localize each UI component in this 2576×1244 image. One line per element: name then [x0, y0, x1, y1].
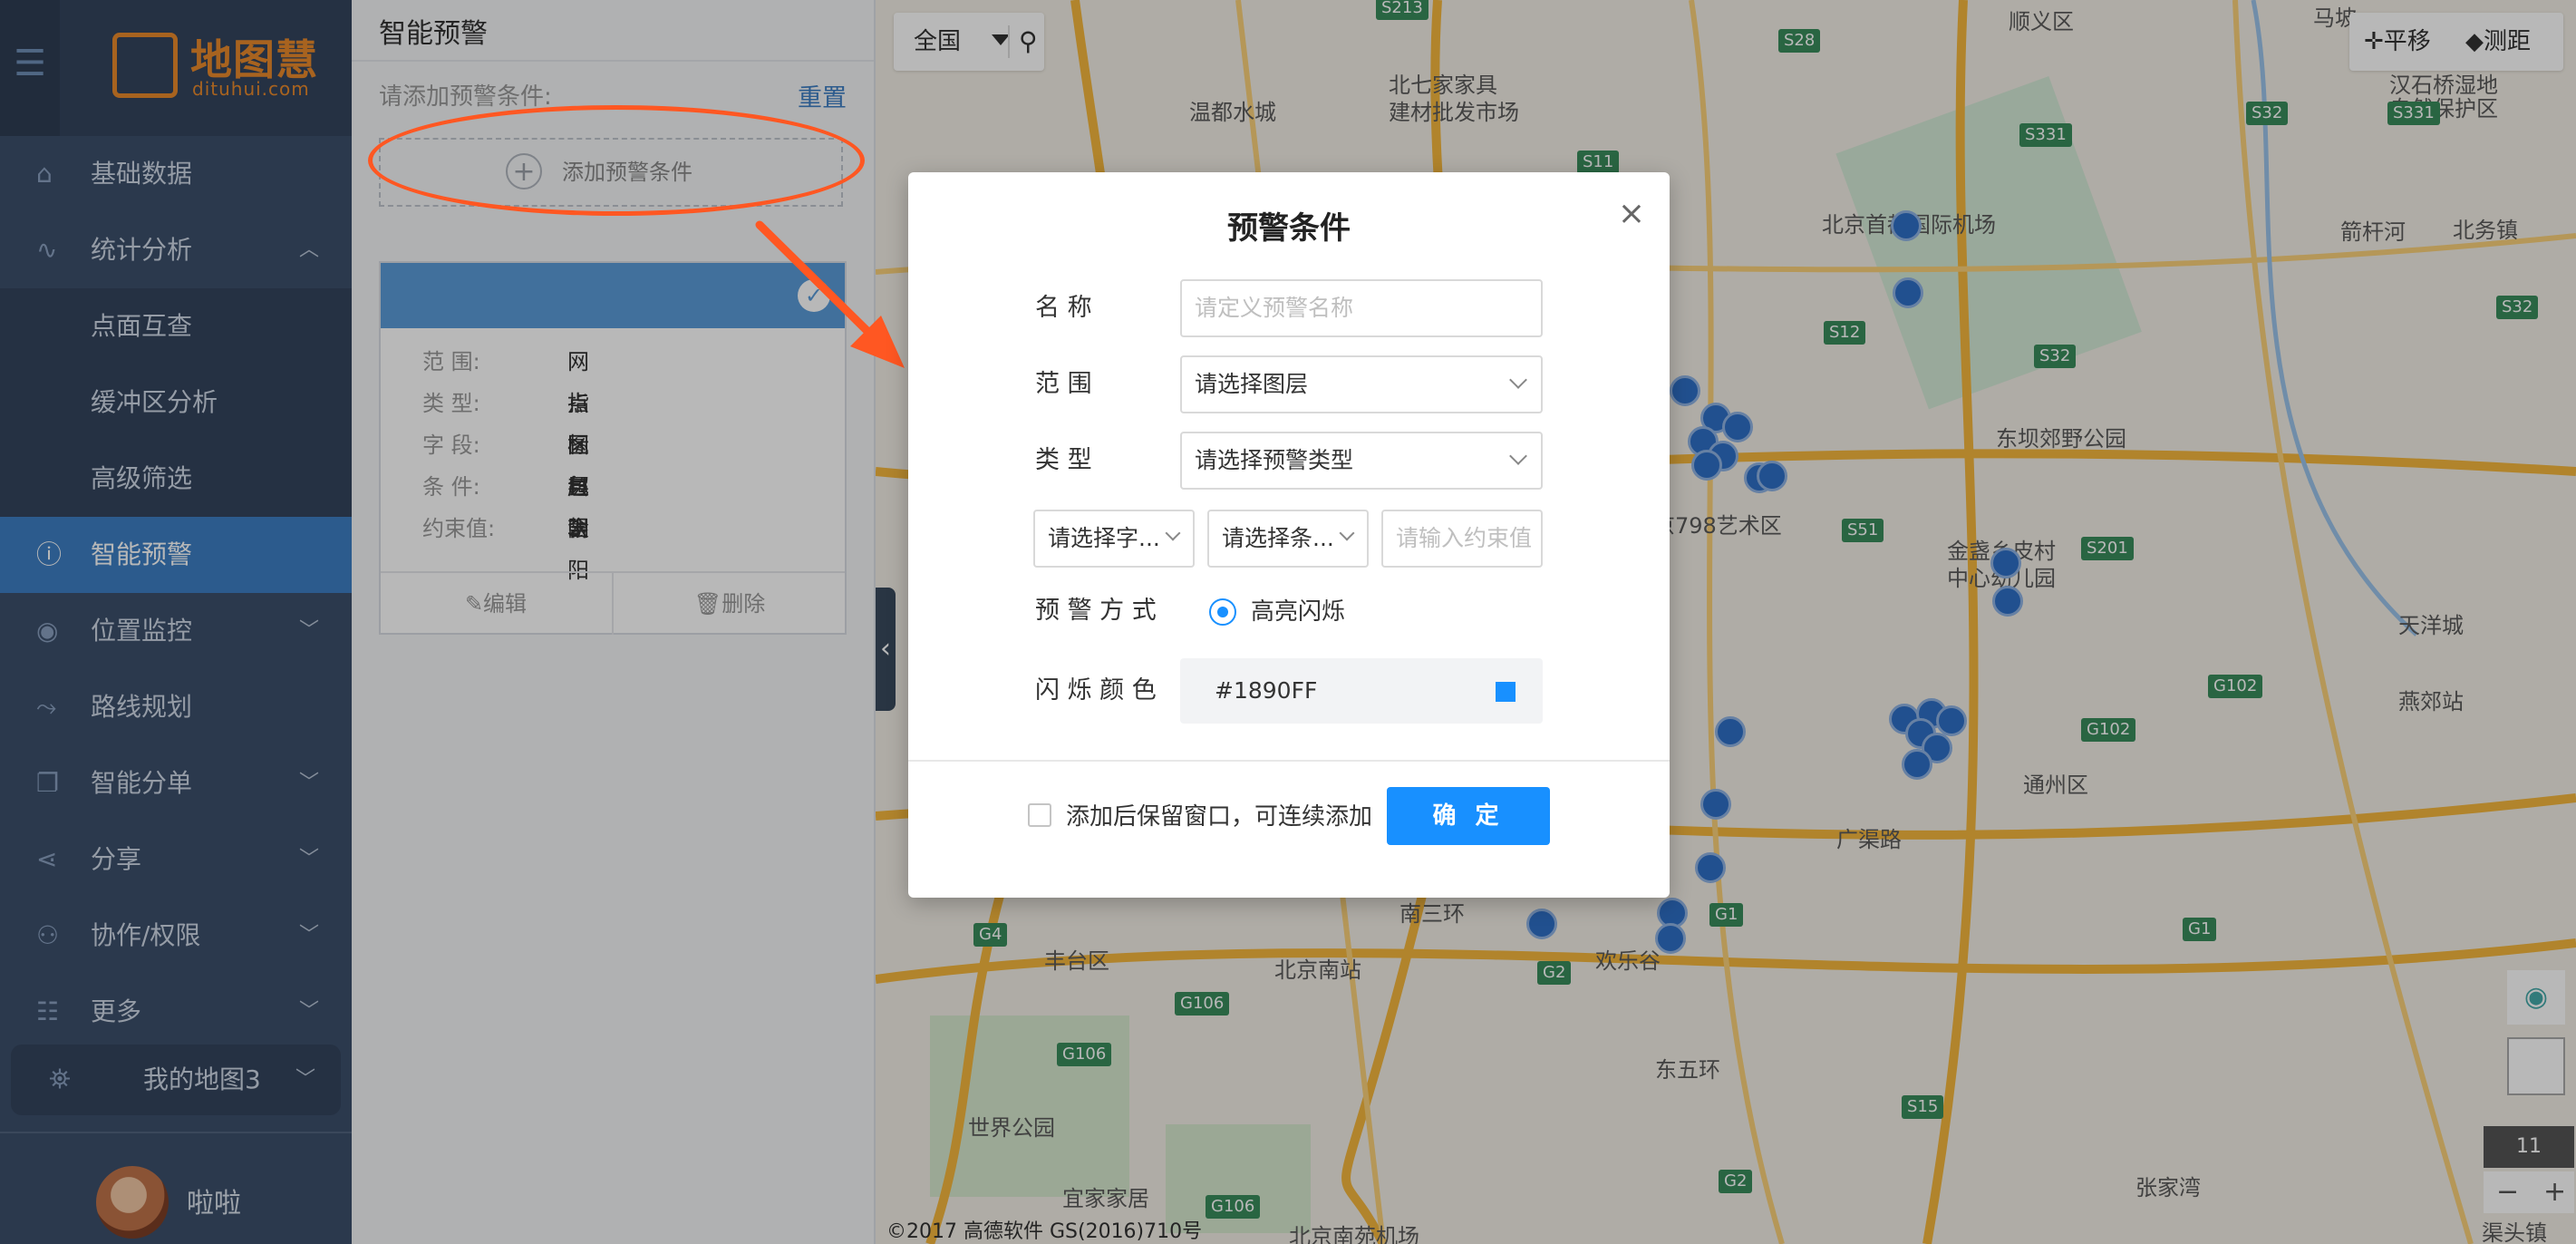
- alert-condition-dialog: 预警条件 × 名 称 请定义预警名称 范 围 请选择图层 类 型 请选择预警类型…: [908, 172, 1670, 898]
- color-swatch[interactable]: [1496, 682, 1516, 702]
- name-placeholder: 请定义预警名称: [1195, 295, 1354, 321]
- condition-select[interactable]: 请选择条...: [1207, 510, 1369, 568]
- method-radio[interactable]: [1209, 598, 1236, 626]
- keep-open-checkbox[interactable]: [1028, 803, 1051, 827]
- chevron-down-icon: [1509, 447, 1527, 465]
- dialog-title: 预警条件: [1227, 210, 1351, 247]
- range-select[interactable]: 请选择图层: [1180, 355, 1543, 413]
- annotation-arrow-icon: [755, 220, 905, 368]
- confirm-button[interactable]: 确 定: [1387, 787, 1550, 845]
- method-label: 预 警 方 式: [1035, 597, 1157, 625]
- range-value: 请选择图层: [1195, 371, 1309, 397]
- constraint-input[interactable]: 请输入约束值: [1381, 510, 1543, 568]
- color-value: #1890FF: [1215, 677, 1318, 704]
- chevron-down-icon: [1165, 525, 1181, 541]
- chevron-down-icon: [1509, 371, 1527, 389]
- name-label: 名 称: [1035, 294, 1092, 322]
- annotation-ellipse: [368, 105, 865, 216]
- range-label: 范 围: [1035, 370, 1092, 398]
- color-label: 闪 烁 颜 色: [1035, 676, 1157, 705]
- constraint-placeholder: 请输入约束值: [1396, 525, 1533, 551]
- field-select[interactable]: 请选择字...: [1033, 510, 1195, 568]
- chevron-down-icon: [1339, 525, 1355, 541]
- type-label: 类 型: [1035, 446, 1092, 474]
- method-option-label[interactable]: 高亮闪烁: [1251, 593, 1345, 627]
- close-icon[interactable]: ×: [1613, 196, 1650, 232]
- color-picker[interactable]: #1890FF: [1180, 658, 1543, 724]
- keep-open-label[interactable]: 添加后保留窗口，可连续添加: [1066, 798, 1372, 831]
- type-value: 请选择预警类型: [1195, 447, 1354, 473]
- name-input[interactable]: 请定义预警名称: [1180, 279, 1543, 337]
- radio-dot: [1217, 607, 1228, 617]
- type-select[interactable]: 请选择预警类型: [1180, 432, 1543, 490]
- field-select-value: 请选择字...: [1048, 525, 1160, 551]
- divider: [908, 760, 1670, 762]
- condition-select-value: 请选择条...: [1222, 525, 1334, 551]
